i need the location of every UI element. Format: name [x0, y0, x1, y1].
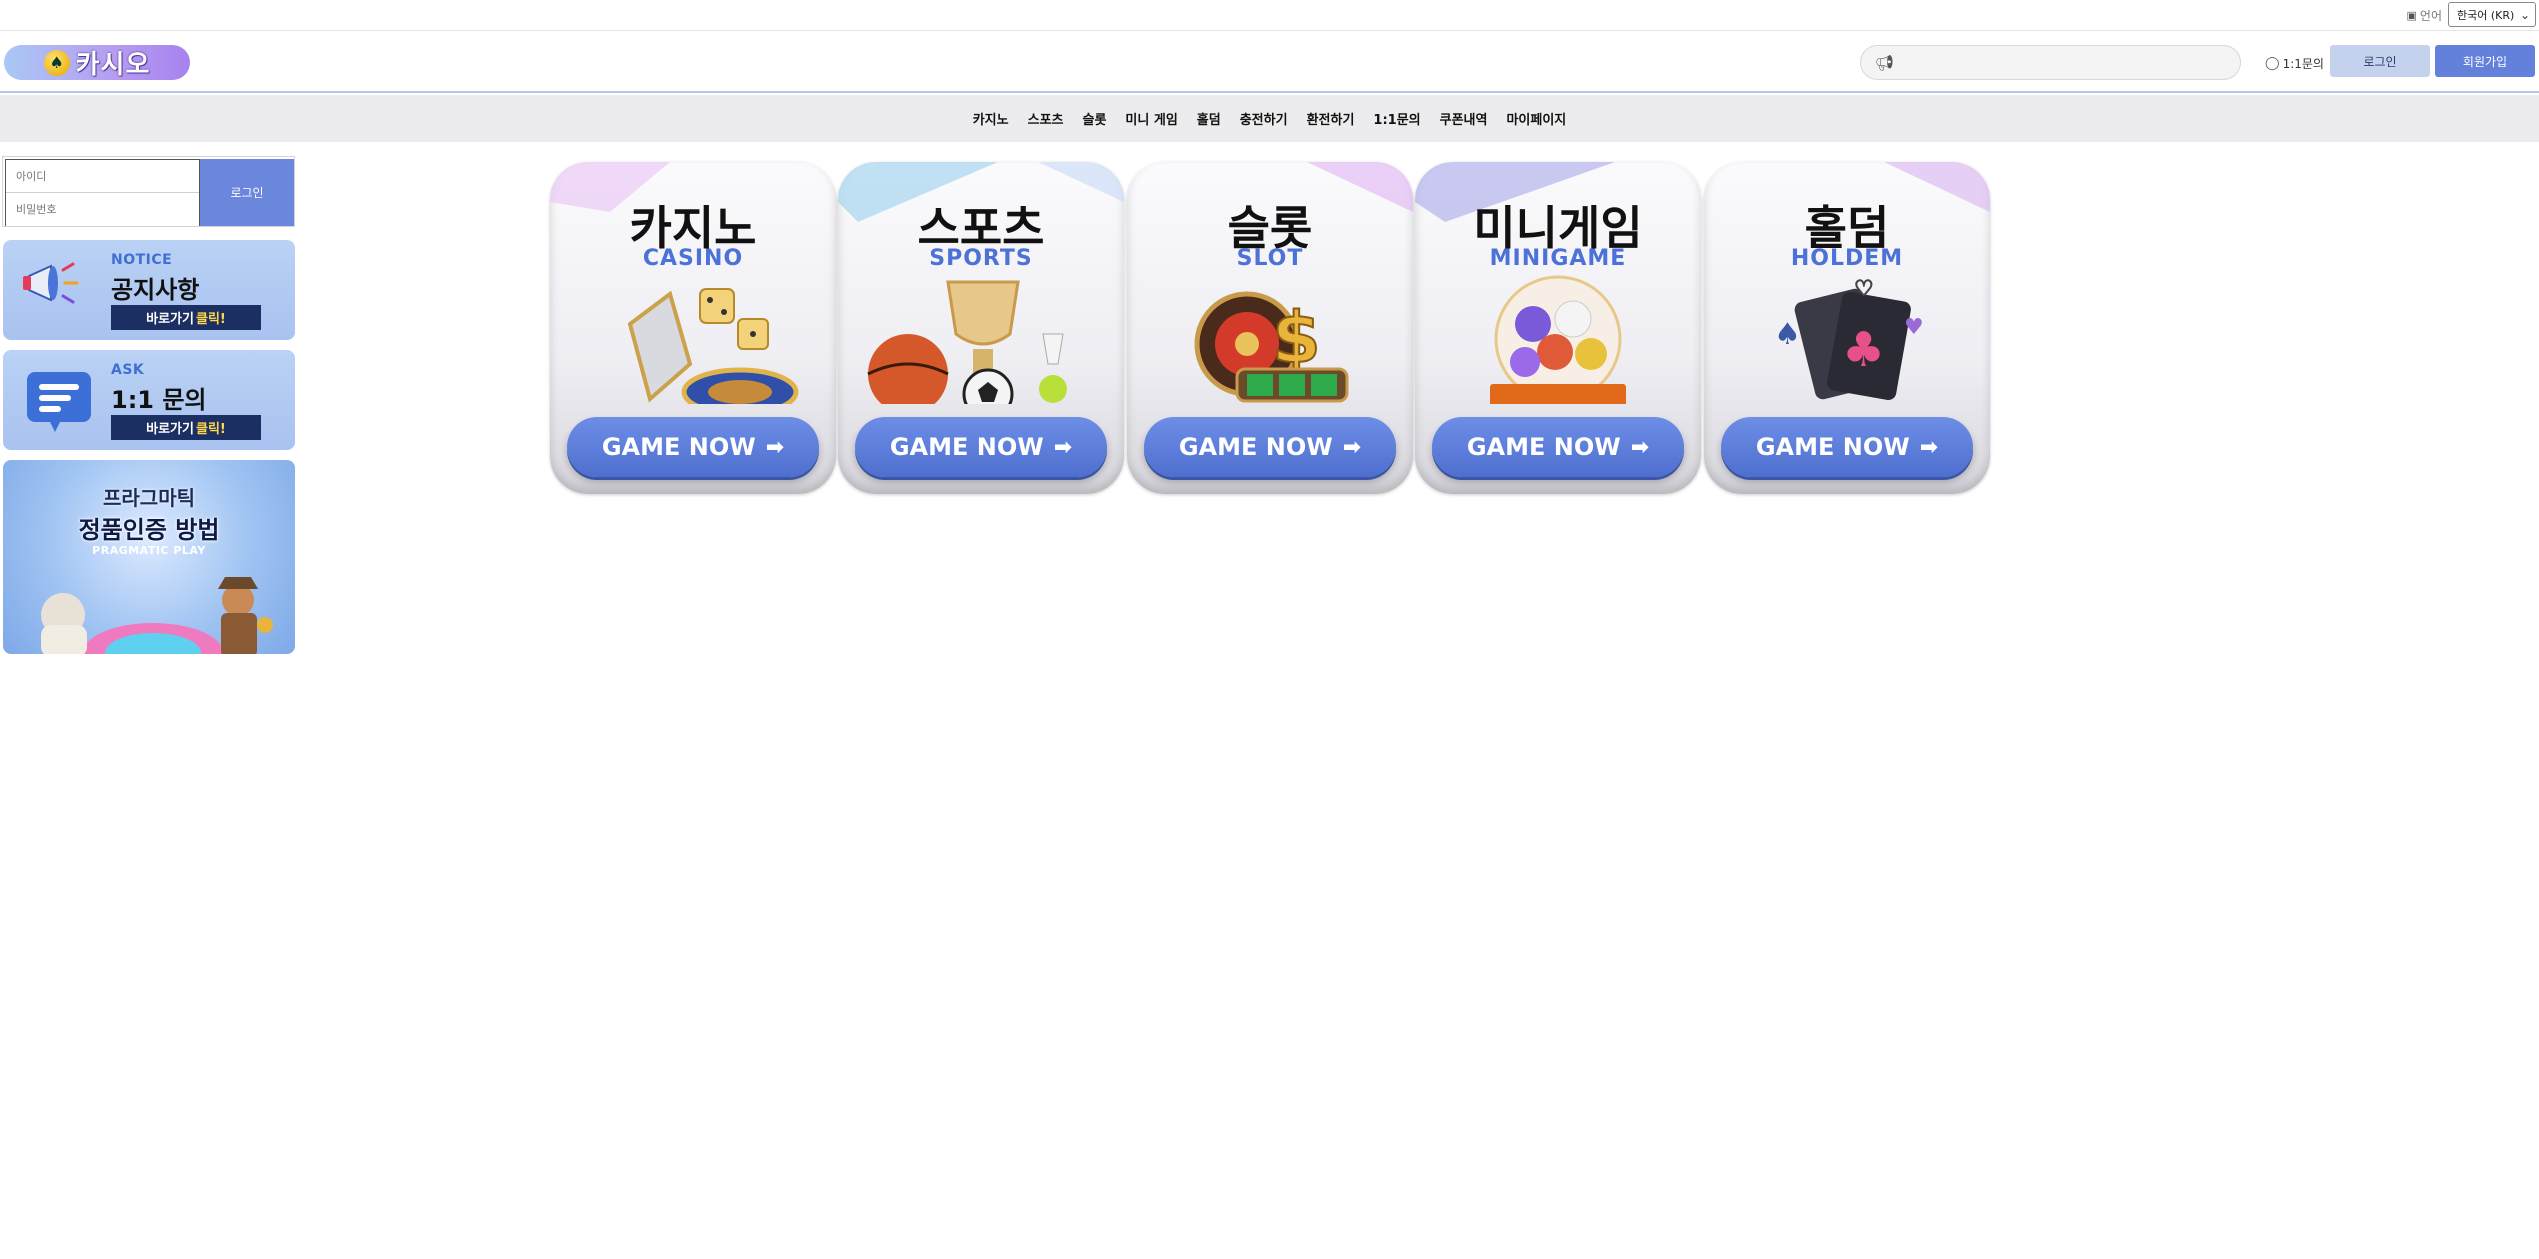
sports-trophy-balls-icon [867, 280, 1067, 404]
game-now-label: GAME NOW [1755, 433, 1910, 461]
svg-text:♠: ♠ [1774, 317, 1801, 352]
language-select[interactable]: 한국어 (KR) ⌄ [2448, 2, 2536, 27]
svg-text:$: $ [1272, 297, 1321, 379]
game-card-minigame[interactable]: 미니게임 MINIGAME GAME NOW ➡ [1415, 162, 1701, 494]
megaphone-icon [23, 262, 79, 304]
pragmatic-characters-illustration [41, 577, 273, 654]
inquiry-banner-cta: 바로가기 클릭! [111, 415, 261, 440]
inquiry-banner-tag: ASK [111, 362, 145, 378]
notice-cta-text: 바로가기 [146, 312, 194, 327]
spade-icon: ♠ [43, 49, 70, 76]
language-label: ▣ 언어 [2407, 7, 2443, 24]
arrow-right-icon: ➡ [1919, 434, 1939, 460]
notice-cta-highlight: 클릭! [195, 312, 226, 327]
main-nav: 카지노 스포츠 슬롯 미니 게임 홀덤 충전하기 환전하기 1:1문의 쿠폰내역… [0, 95, 2539, 142]
language-flag-icon: ▣ [2406, 9, 2417, 22]
game-now-button[interactable]: GAME NOW ➡ [1721, 417, 1973, 477]
game-now-button[interactable]: GAME NOW ➡ [855, 417, 1107, 477]
nav-item-casino[interactable]: 카지노 [973, 109, 1009, 128]
nav-item-withdraw[interactable]: 환전하기 [1307, 109, 1355, 128]
svg-text:♥: ♥ [1904, 315, 1924, 340]
site-logo[interactable]: ♠ 카시오 [4, 45, 190, 80]
game-now-label: GAME NOW [1178, 433, 1333, 461]
sidebar-login-button[interactable]: 로그인 [200, 159, 294, 226]
megaphone-icon: 📢︎ [1875, 53, 1895, 72]
password-input[interactable] [6, 193, 199, 226]
game-card-subtitle: SLOT [1236, 246, 1304, 271]
nav-item-minigame[interactable]: 미니 게임 [1125, 109, 1177, 128]
game-card-subtitle: SPORTS [929, 246, 1033, 271]
pragmatic-banner-title: 정품인증 방법 [78, 516, 220, 544]
nav-item-coupons[interactable]: 쿠폰내역 [1440, 109, 1488, 128]
top-strip: ▣ 언어 한국어 (KR) ⌄ [0, 0, 2539, 31]
pragmatic-banner[interactable]: 프라그마틱 정품인증 방법 PRAGMATIC PLAY [3, 460, 295, 654]
game-now-label: GAME NOW [1466, 433, 1621, 461]
header-inquiry-link[interactable]: ◯ 1:1문의 [2265, 55, 2324, 72]
game-card-holdem[interactable]: 홀덤 HOLDEM ♣ ♠ ♥ ♡ GAME NOW ➡ [1704, 162, 1990, 494]
notice-banner-tag: NOTICE [111, 252, 173, 268]
nav-item-sports[interactable]: 스포츠 [1028, 109, 1064, 128]
logo-text: 카시오 [75, 50, 151, 80]
nav-item-holdem[interactable]: 홀덤 [1197, 109, 1221, 128]
language-select-value: 한국어 (KR) [2457, 8, 2515, 22]
language-label-text: 언어 [2419, 9, 2442, 23]
holdem-playing-cards-icon: ♣ ♠ ♥ ♡ [1774, 276, 1924, 401]
svg-text:♣: ♣ [1842, 322, 1885, 378]
casino-chips-dice-icon [627, 288, 799, 404]
nav-item-mypage[interactable]: 마이페이지 [1506, 109, 1566, 128]
inquiry-banner[interactable]: ASK 1:1 문의 바로가기 클릭! [3, 350, 295, 450]
username-input[interactable] [6, 160, 199, 193]
login-inputs [5, 159, 200, 226]
nav-item-slot[interactable]: 슬롯 [1083, 109, 1107, 128]
notice-ticker: 📢︎ [1860, 45, 2241, 80]
minigame-lottery-balls-icon [1490, 275, 1626, 404]
arrow-right-icon: ➡ [765, 434, 785, 460]
game-now-button[interactable]: GAME NOW ➡ [567, 417, 819, 477]
svg-text:♡: ♡ [1854, 277, 1874, 302]
game-now-button[interactable]: GAME NOW ➡ [1432, 417, 1684, 477]
game-now-label: GAME NOW [601, 433, 756, 461]
inquiry-cta-highlight: 클릭! [195, 422, 226, 437]
arrow-right-icon: ➡ [1342, 434, 1362, 460]
game-card-subtitle: HOLDEM [1790, 246, 1904, 271]
game-now-label: GAME NOW [889, 433, 1044, 461]
chat-bubble-icon: ◯ [2265, 56, 2280, 71]
game-card-subtitle: CASINO [642, 246, 744, 271]
slot-roulette-icon: $ [1194, 291, 1349, 403]
game-card-slot[interactable]: 슬롯 SLOT $ GAME NOW ➡ [1127, 162, 1413, 494]
chat-icon [27, 372, 91, 432]
header-join-button[interactable]: 회원가입 [2435, 45, 2535, 77]
notice-banner[interactable]: NOTICE 공지사항 바로가기 클릭! [3, 240, 295, 340]
site-header: ♠ 카시오 📢︎ ◯ 1:1문의 로그인 회원가입 [0, 31, 2539, 93]
inquiry-banner-title: 1:1 문의 [111, 386, 207, 414]
pragmatic-banner-title-top: 프라그마틱 [103, 486, 195, 510]
inquiry-cta-text: 바로가기 [146, 422, 194, 437]
arrow-right-icon: ➡ [1053, 434, 1073, 460]
header-inquiry-label: 1:1문의 [2282, 57, 2324, 71]
arrow-right-icon: ➡ [1630, 434, 1650, 460]
notice-banner-title: 공지사항 [111, 276, 200, 304]
game-card-subtitle: MINIGAME [1489, 246, 1627, 271]
nav-item-inquiry[interactable]: 1:1문의 [1373, 109, 1420, 128]
sidebar-login-box: 로그인 [2, 156, 295, 227]
game-card-sports[interactable]: 스포츠 SPORTS GAME NOW ➡ [838, 162, 1124, 494]
chevron-down-icon: ⌄ [2519, 7, 2530, 22]
game-now-button[interactable]: GAME NOW ➡ [1144, 417, 1396, 477]
game-card-casino[interactable]: 카지노 CASINO GAME NOW ➡ [550, 162, 836, 494]
nav-item-deposit[interactable]: 충전하기 [1240, 109, 1288, 128]
header-login-button[interactable]: 로그인 [2330, 45, 2430, 77]
notice-banner-cta: 바로가기 클릭! [111, 305, 261, 330]
